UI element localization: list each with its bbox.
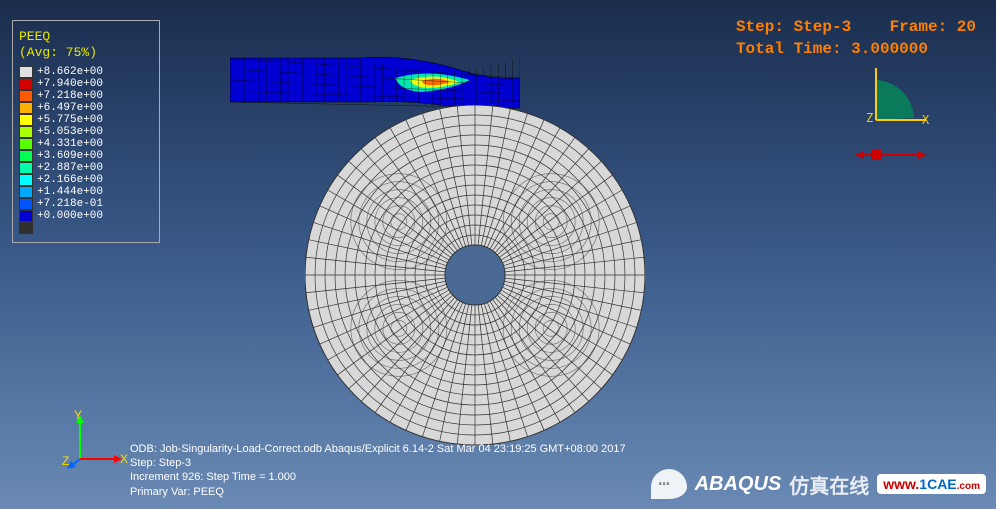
legend-swatch: [19, 198, 33, 210]
legend-value: +7.940e+00: [37, 78, 103, 90]
legend-swatch: [19, 114, 33, 126]
legend-value: +0.000e+00: [37, 210, 103, 222]
legend-row: +7.940e+00: [19, 78, 153, 90]
odb-info: ODB: Job-Singularity-Load-Correct.odb Ab…: [130, 443, 626, 455]
legend-row: +5.053e+00: [19, 126, 153, 138]
legend-row: [19, 222, 153, 234]
wheel-mesh: [305, 105, 645, 445]
step-line3: Primary Var: PEEQ: [130, 485, 296, 499]
step-info: Step: Step-3 Frame: 20 Total Time: 3.000…: [736, 16, 976, 61]
step-detail: Step: Step-3 Increment 926: Step Time = …: [130, 456, 296, 499]
legend-row: +2.887e+00: [19, 162, 153, 174]
frame-label: Frame: 20: [890, 18, 976, 36]
legend-subtitle: (Avg: 75%): [19, 45, 153, 61]
legend-row: +0.000e+00: [19, 210, 153, 222]
legend-value: +2.166e+00: [37, 174, 103, 186]
legend-row: +2.166e+00: [19, 174, 153, 186]
wechat-icon: [651, 469, 687, 499]
legend-swatch: [19, 66, 33, 78]
legend-value: +6.497e+00: [37, 102, 103, 114]
axis-x-label: X: [922, 113, 930, 127]
cae-badge: www.1CAE.com: [877, 474, 986, 494]
legend-swatch: [19, 174, 33, 186]
legend-swatch: [19, 102, 33, 114]
legend-swatch: [19, 162, 33, 174]
legend-value: +7.218e-01: [37, 198, 103, 210]
watermark: ABAQUS 仿真在线 www.1CAE.com: [651, 469, 986, 499]
axis-y-label: Y: [74, 409, 82, 422]
axis-x-label: X: [120, 452, 128, 466]
axis-z-label: Z: [62, 454, 69, 468]
viewport-model[interactable]: [230, 50, 770, 440]
legend-swatch: [19, 210, 33, 222]
deformed-beam: [230, 50, 520, 110]
legend-value: +1.444e+00: [37, 186, 103, 198]
legend-value: +3.609e+00: [37, 150, 103, 162]
legend-value: +5.053e+00: [37, 126, 103, 138]
legend-swatch: [19, 186, 33, 198]
legend-swatch: [19, 222, 33, 234]
legend-row: +1.444e+00: [19, 186, 153, 198]
legend-items: +8.662e+00+7.940e+00+7.218e+00+6.497e+00…: [19, 66, 153, 234]
legend-row: +7.218e-01: [19, 198, 153, 210]
legend-row: +7.218e+00: [19, 90, 153, 102]
legend-swatch: [19, 78, 33, 90]
legend-box: PEEQ (Avg: 75%) +8.662e+00+7.940e+00+7.2…: [12, 20, 160, 243]
legend-swatch: [19, 150, 33, 162]
watermark-chinese: 仿真在线: [789, 470, 869, 499]
legend-value: +8.662e+00: [37, 66, 103, 78]
step-line2: Increment 926: Step Time = 1.000: [130, 470, 296, 484]
legend-swatch: [19, 90, 33, 102]
legend-row: +8.662e+00: [19, 66, 153, 78]
legend-row: +6.497e+00: [19, 102, 153, 114]
axis-z-label: Z: [866, 111, 873, 125]
global-triad: Y X Z: [60, 409, 130, 479]
legend-value: +4.331e+00: [37, 138, 103, 150]
legend-swatch: [19, 126, 33, 138]
legend-row: +5.775e+00: [19, 114, 153, 126]
legend-value: +7.218e+00: [37, 90, 103, 102]
legend-row: +4.331e+00: [19, 138, 153, 150]
legend-swatch: [19, 138, 33, 150]
legend-title: PEEQ: [19, 29, 153, 45]
legend-value: +5.775e+00: [37, 114, 103, 126]
step-label: Step: Step-3: [736, 18, 851, 36]
step-line1: Step: Step-3: [130, 456, 296, 470]
view-orientation-triad[interactable]: Z X: [856, 60, 936, 160]
watermark-brand: ABAQUS: [695, 473, 782, 496]
legend-row: +3.609e+00: [19, 150, 153, 162]
legend-value: +2.887e+00: [37, 162, 103, 174]
